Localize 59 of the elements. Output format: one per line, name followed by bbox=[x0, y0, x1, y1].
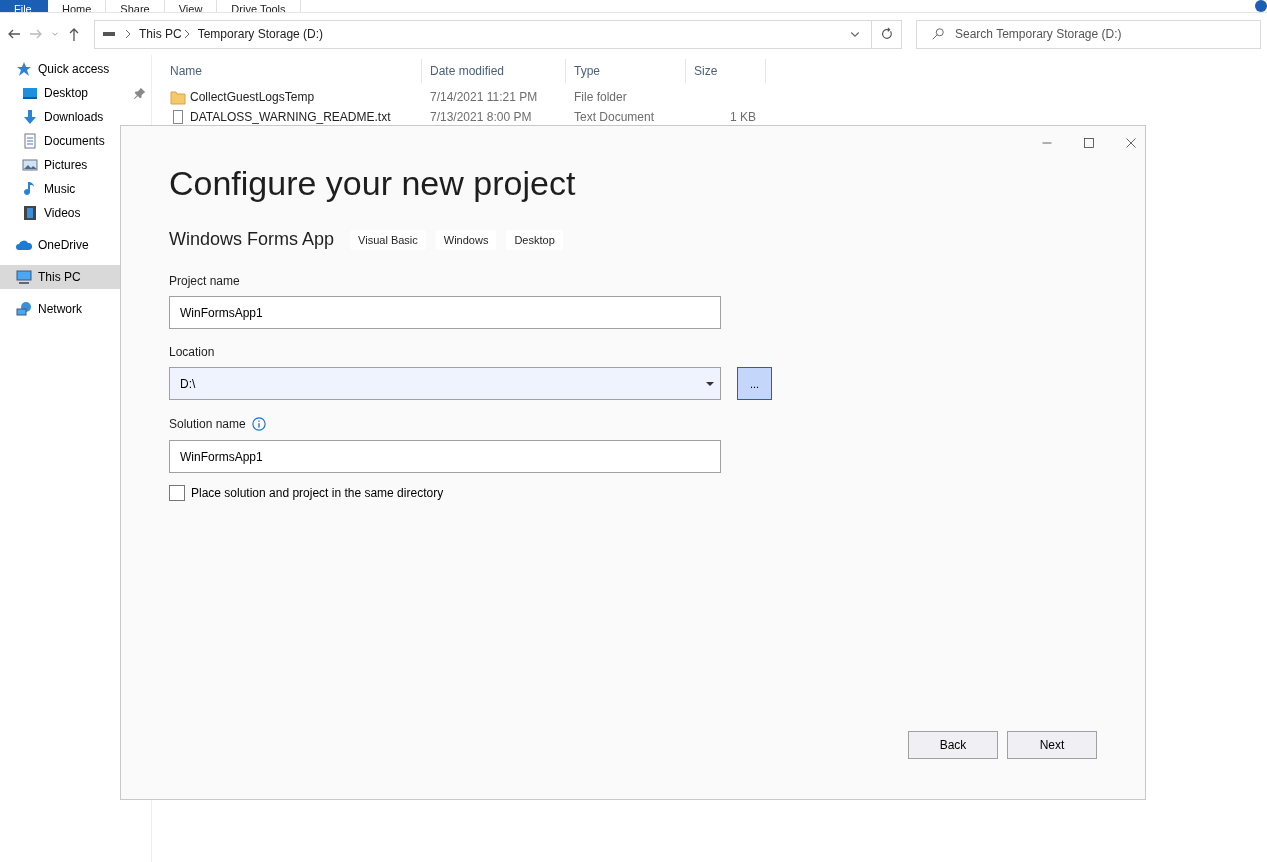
input-field[interactable]: WinFormsApp1 bbox=[169, 296, 721, 329]
document-icon bbox=[22, 133, 38, 149]
breadcrumb[interactable]: This PC bbox=[139, 27, 182, 41]
maximize-icon[interactable] bbox=[1083, 135, 1095, 151]
picture-icon bbox=[22, 157, 38, 173]
download-arrow-icon bbox=[22, 109, 38, 125]
pin-icon bbox=[134, 87, 146, 99]
checkbox[interactable] bbox=[169, 485, 185, 501]
column-header[interactable]: Size bbox=[686, 59, 766, 83]
address-bar[interactable]: This PC Temporary Storage (D:) bbox=[94, 19, 902, 49]
field-label: Location bbox=[169, 345, 215, 359]
field-label: Project name bbox=[169, 274, 240, 288]
sidebar-item[interactable]: Desktop bbox=[0, 81, 152, 105]
dialog-title: Configure your new project bbox=[169, 164, 577, 203]
folder-icon bbox=[170, 89, 186, 105]
field-label: Solution name bbox=[169, 417, 246, 431]
sidebar-item[interactable]: Music bbox=[0, 177, 152, 201]
tag: Windows bbox=[435, 229, 497, 250]
sidebar-item[interactable]: Videos bbox=[0, 201, 152, 225]
chevron-right-icon bbox=[125, 30, 131, 38]
sidebar-item[interactable]: OneDrive bbox=[0, 233, 120, 257]
search-field[interactable]: Search Temporary Storage (D:) bbox=[916, 19, 1261, 49]
table-cell: Text Document bbox=[574, 110, 655, 124]
info-icon[interactable] bbox=[251, 416, 266, 432]
tag: Desktop bbox=[506, 229, 563, 250]
table-cell: 7/14/2021 11:21 PM bbox=[430, 90, 538, 104]
browse-button[interactable]: ... bbox=[737, 367, 772, 400]
breadcrumb[interactable]: Temporary Storage (D:) bbox=[197, 27, 324, 41]
tag: Visual Basic bbox=[350, 229, 426, 250]
sidebar-item[interactable]: Network bbox=[0, 297, 120, 321]
template-name: Windows Forms App bbox=[169, 229, 335, 250]
column-header[interactable]: Date modified bbox=[422, 59, 566, 83]
location-dropdown[interactable]: D:\ bbox=[169, 367, 721, 400]
dropdown-caret-icon bbox=[706, 381, 714, 386]
table-cell: File folder bbox=[574, 90, 627, 104]
column-header[interactable]: Type bbox=[566, 59, 686, 83]
refresh-icon[interactable] bbox=[879, 26, 894, 42]
table-cell: DATALOSS_WARNING_README.txt bbox=[190, 110, 391, 124]
back-button[interactable]: Back bbox=[908, 731, 998, 759]
next-button[interactable]: Next bbox=[1007, 731, 1097, 759]
column-header[interactable]: Name bbox=[162, 59, 422, 83]
search-icon bbox=[931, 26, 945, 42]
table-cell: 7/13/2021 8:00 PM bbox=[430, 110, 532, 124]
chevron-right-icon bbox=[183, 30, 190, 38]
star-icon bbox=[16, 61, 32, 77]
sidebar-item[interactable]: This PC bbox=[0, 265, 120, 289]
checkbox-label: Place solution and project in the same directory bbox=[191, 486, 444, 500]
input-field[interactable]: WinFormsApp1 bbox=[169, 440, 721, 473]
sidebar-item[interactable]: Documents bbox=[0, 129, 152, 153]
desktop-icon bbox=[22, 85, 38, 101]
table-cell: CollectGuestLogsTemp bbox=[190, 90, 315, 104]
table-cell: 1 KB bbox=[730, 110, 756, 124]
network-icon bbox=[16, 301, 32, 317]
drive-icon bbox=[103, 32, 115, 36]
film-icon bbox=[22, 205, 38, 221]
sidebar-item[interactable]: Pictures bbox=[0, 153, 152, 177]
sidebar-item[interactable]: Downloads bbox=[0, 105, 152, 129]
sidebar-item[interactable]: Quick access bbox=[0, 57, 120, 81]
computer-icon bbox=[16, 269, 32, 285]
